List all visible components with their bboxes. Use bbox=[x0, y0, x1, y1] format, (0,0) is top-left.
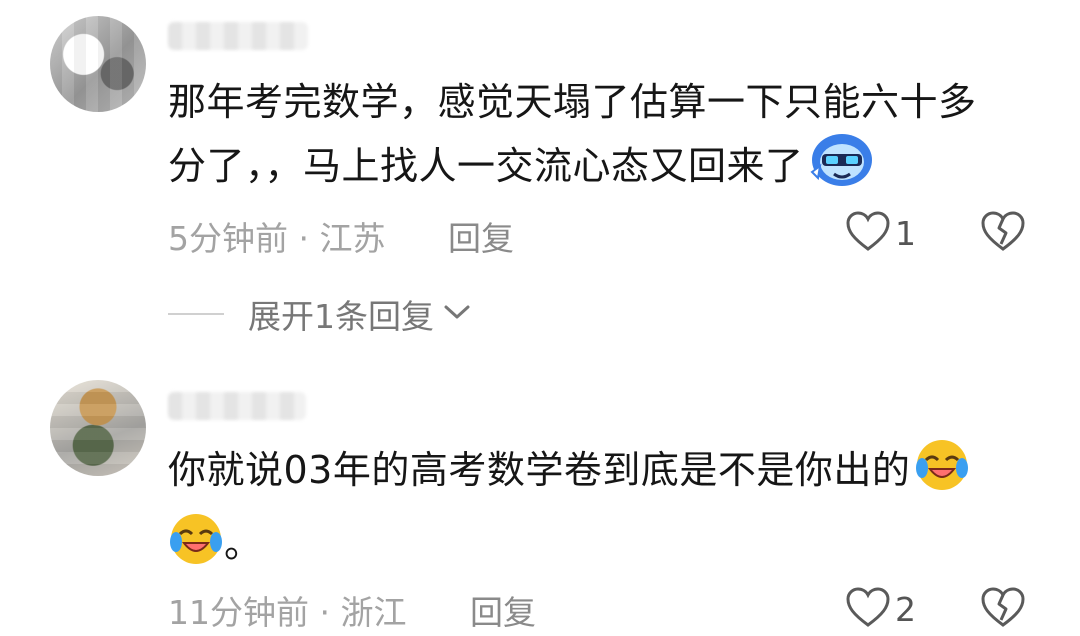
reply-button[interactable]: 回复 bbox=[448, 212, 514, 260]
comment-text: 。 bbox=[224, 522, 263, 566]
dislike-button[interactable] bbox=[980, 586, 1026, 632]
timestamp: 5分钟前 bbox=[168, 219, 288, 258]
like-count: 1 bbox=[895, 213, 916, 253]
like-count: 2 bbox=[895, 589, 916, 629]
comment-text-line-2: 分了，，马上找人一交流心态又回来了 bbox=[168, 132, 876, 205]
heart-icon bbox=[845, 210, 891, 256]
avatar[interactable] bbox=[50, 16, 146, 112]
dislike-button[interactable] bbox=[980, 210, 1026, 256]
comment-text: 分了，，马上找人一交流心态又回来了 bbox=[168, 144, 804, 188]
location: 浙江 bbox=[340, 593, 407, 632]
comment-text-line-1: 那年考完数学，感觉天塌了估算一下只能六十多 bbox=[168, 80, 977, 124]
comment-meta: 11分钟前 · 浙江 bbox=[168, 586, 407, 634]
location: 江苏 bbox=[319, 219, 386, 258]
expand-replies-label: 展开1条回复 bbox=[248, 297, 434, 336]
username-blurred[interactable] bbox=[168, 22, 308, 50]
avatar[interactable] bbox=[50, 380, 146, 476]
comment-text: 你就说03年的高考数学卷到底是不是你出的 bbox=[168, 448, 911, 492]
comment-text-line-1: 你就说03年的高考数学卷到底是不是你出的 bbox=[168, 438, 970, 509]
separator-dot: · bbox=[298, 219, 310, 258]
expand-replies-button[interactable]: 展开1条回复 bbox=[168, 290, 472, 338]
rofl-face-icon bbox=[914, 438, 970, 509]
like-button[interactable]: 1 bbox=[845, 210, 916, 256]
reply-button[interactable]: 回复 bbox=[470, 586, 536, 634]
chevron-down-icon bbox=[442, 302, 472, 326]
heart-icon bbox=[845, 586, 891, 632]
rofl-face-icon bbox=[168, 512, 224, 583]
broken-heart-icon bbox=[980, 587, 1026, 632]
username-blurred[interactable] bbox=[168, 392, 306, 420]
blue-character-sticker-icon bbox=[808, 132, 876, 205]
comment-text-line-2: 。 bbox=[168, 512, 263, 583]
separator-dot: · bbox=[319, 593, 331, 632]
like-button[interactable]: 2 bbox=[845, 586, 916, 632]
expand-divider-line bbox=[168, 313, 224, 315]
timestamp: 11分钟前 bbox=[168, 593, 309, 632]
broken-heart-icon bbox=[980, 211, 1026, 256]
comment-meta: 5分钟前 · 江苏 bbox=[168, 212, 386, 260]
